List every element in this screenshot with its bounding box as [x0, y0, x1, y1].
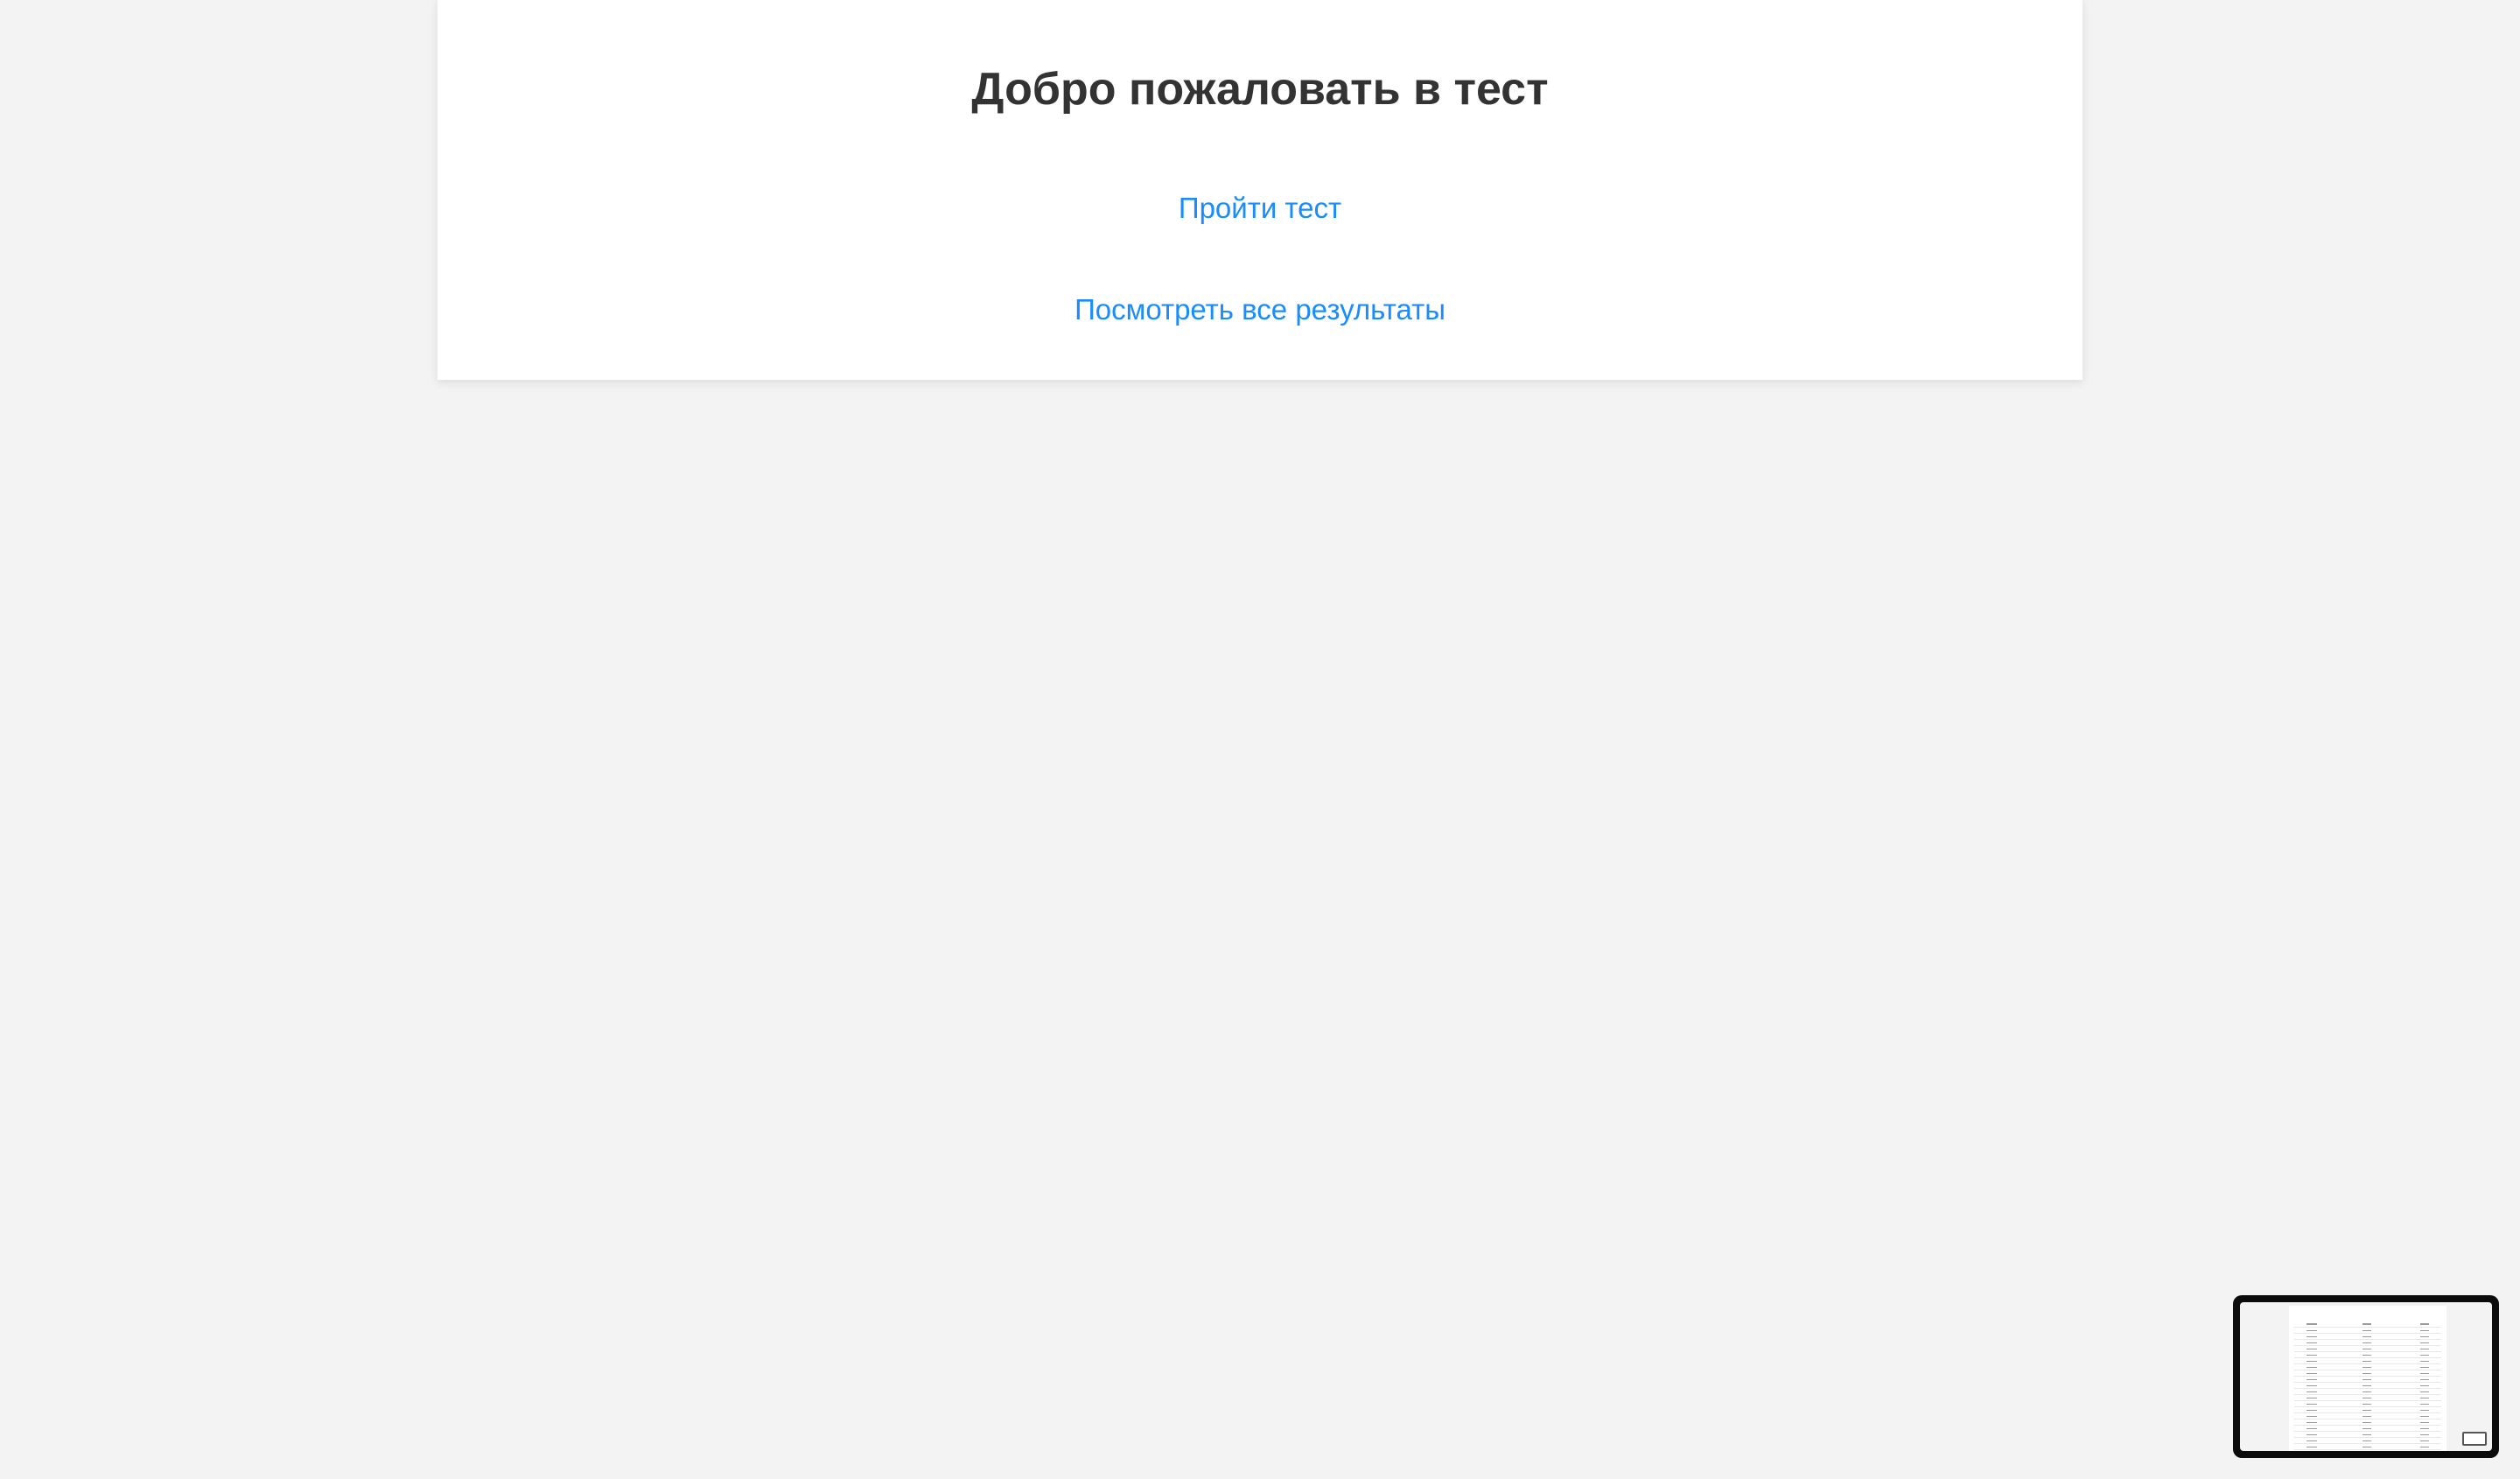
view-results-link-label[interactable]: Посмотреть все результаты	[1074, 293, 1446, 326]
take-test-link-label[interactable]: Пройти тест	[1179, 192, 1341, 224]
page-title: Добро пожаловать в тест	[971, 64, 1549, 115]
preview-table-column	[2420, 1321, 2429, 1451]
take-test-link[interactable]: Пройти тест	[438, 191, 2082, 226]
page: Добро пожаловать в тест Пройти тест Посм…	[0, 0, 2520, 1479]
preview-content	[2240, 1302, 2492, 1451]
preview-results-page	[2289, 1306, 2446, 1451]
welcome-card: Добро пожаловать в тест Пройти тест Посм…	[438, 0, 2082, 380]
expand-icon[interactable]	[2462, 1432, 2487, 1446]
preview-table-column	[2362, 1321, 2371, 1451]
view-results-link[interactable]: Посмотреть все результаты	[438, 292, 2082, 327]
preview-table-column	[2306, 1321, 2317, 1451]
screenshot-preview-thumbnail[interactable]	[2233, 1295, 2499, 1458]
